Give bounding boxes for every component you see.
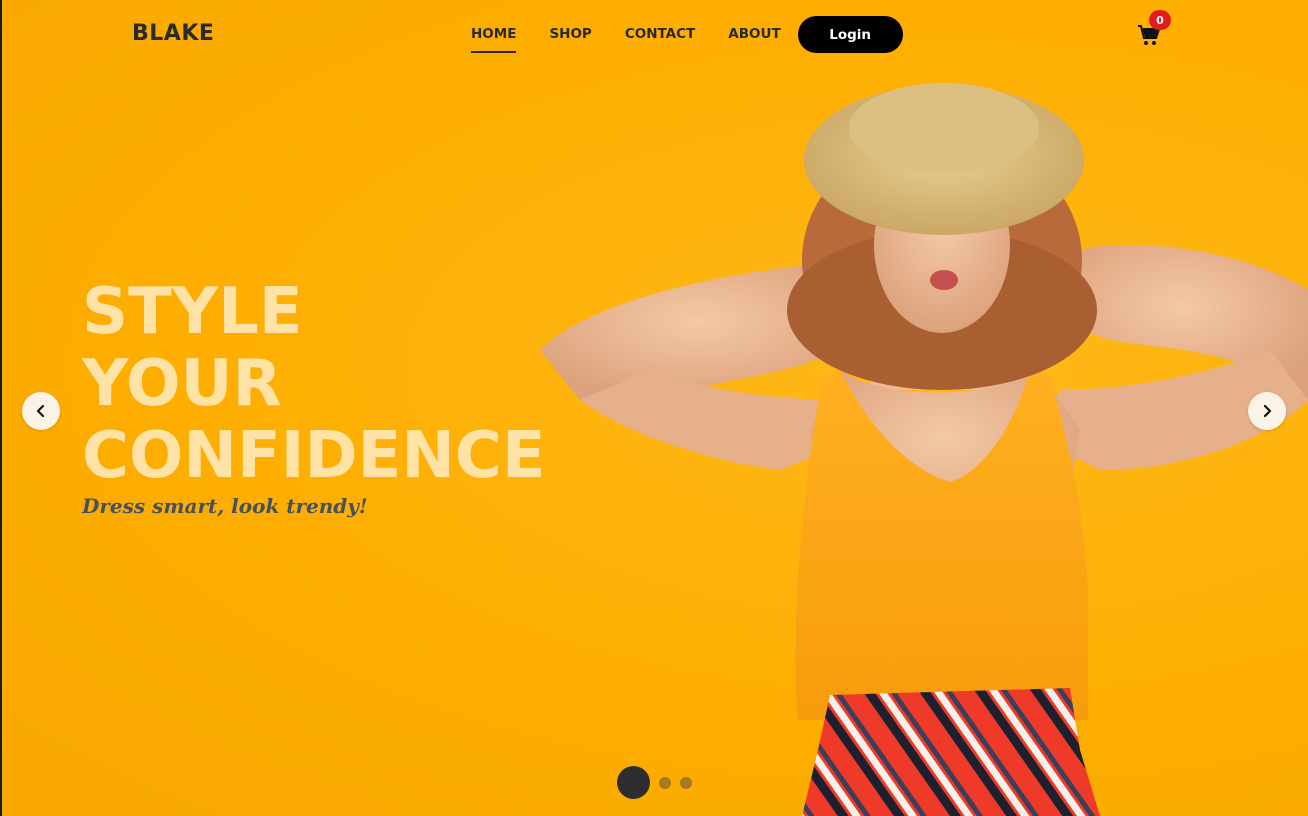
main-menu: HOME SHOP CONTACT ABOUT Login [471,16,903,53]
hero-tagline: Dress smart, look trendy! [82,494,368,518]
chevron-left-icon [36,404,45,418]
slide-dot-1[interactable] [617,766,650,799]
cart-count-badge: 0 [1149,10,1171,30]
login-button[interactable]: Login [797,16,903,53]
nav-home-link[interactable]: HOME [471,16,517,53]
chevron-right-icon [1263,404,1272,418]
headline-line: STYLE [82,275,303,349]
left-border [0,0,2,816]
top-navbar: BLAKE HOME SHOP CONTACT ABOUT Login 0 [0,0,1308,70]
nav-about-link[interactable]: ABOUT [728,16,780,53]
slide-indicators [617,766,692,799]
hero-model-image [540,83,1308,816]
hero-slider: BLAKE HOME SHOP CONTACT ABOUT Login 0 ST… [0,0,1308,816]
nav-shop-link[interactable]: SHOP [549,16,591,53]
hero-headline: STYLE YOUR CONFIDENCE [82,276,546,492]
headline-line: CONFIDENCE [82,419,546,493]
nav-contact-link[interactable]: CONTACT [625,16,695,53]
next-slide-button[interactable] [1248,392,1286,430]
prev-slide-button[interactable] [22,392,60,430]
slide-dot-3[interactable] [680,776,692,789]
brand-logo[interactable]: BLAKE [132,21,214,46]
slide-dot-2[interactable] [659,776,671,789]
headline-line: YOUR [82,347,282,421]
